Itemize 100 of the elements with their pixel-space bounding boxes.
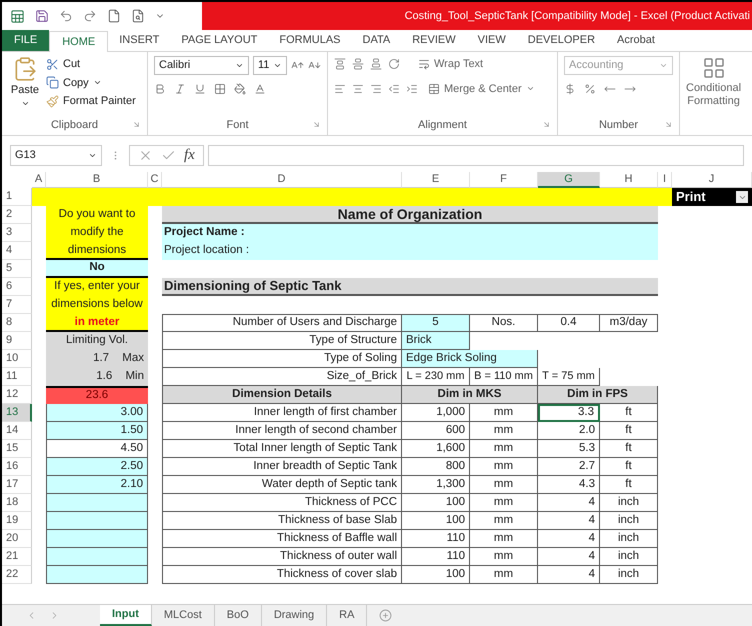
row-header[interactable]: 4 <box>2 242 32 260</box>
row-header[interactable]: 17 <box>2 476 32 494</box>
ribbon-tab[interactable]: REVIEW <box>401 30 467 51</box>
row-header[interactable]: 21 <box>2 548 32 566</box>
italic-icon[interactable] <box>174 83 186 95</box>
dialog-launcher-icon[interactable] <box>312 120 322 130</box>
row-header[interactable]: 9 <box>2 332 32 350</box>
scissors-icon[interactable] <box>46 58 59 71</box>
input-cell[interactable]: 3.00 <box>46 404 148 422</box>
row-header[interactable]: 7 <box>2 296 32 314</box>
align-right-icon[interactable] <box>370 82 382 95</box>
sheet-tab[interactable]: RA <box>327 605 368 626</box>
merge-icon[interactable] <box>428 82 440 95</box>
merge-center-button[interactable]: Merge & Center <box>428 80 535 97</box>
input-cell[interactable] <box>46 530 148 548</box>
ribbon-tab[interactable]: DEVELOPER <box>516 30 606 51</box>
copy-button[interactable]: Copy <box>46 74 136 91</box>
paste-button[interactable]: Paste <box>8 56 42 110</box>
formula-input-field[interactable] <box>208 144 744 166</box>
row-header[interactable]: 10 <box>2 350 32 368</box>
column-header[interactable]: E <box>402 172 470 188</box>
name-box[interactable]: G13 <box>10 144 102 166</box>
align-top-icon[interactable] <box>334 58 346 70</box>
column-header[interactable]: H <box>600 172 658 188</box>
column-header[interactable]: D <box>162 172 402 188</box>
redo-icon[interactable] <box>83 9 97 23</box>
row-header[interactable]: 16 <box>2 458 32 476</box>
ribbon-tab[interactable]: DATA <box>352 30 402 51</box>
align-middle-icon[interactable] <box>352 58 364 70</box>
bold-icon[interactable] <box>154 83 166 95</box>
input-cell[interactable]: 2.50 <box>46 458 148 476</box>
ribbon-tab[interactable]: PAGE LAYOUT <box>170 30 268 51</box>
wrap-text-button[interactable]: Wrap Text <box>418 56 484 72</box>
add-sheet-icon[interactable] <box>379 609 392 622</box>
borders-icon[interactable] <box>214 83 226 95</box>
undo-icon[interactable] <box>59 9 73 23</box>
ribbon-tab[interactable]: VIEW <box>466 30 517 51</box>
column-header[interactable]: G <box>538 172 600 188</box>
align-bottom-icon[interactable] <box>370 58 382 70</box>
fill-color-icon[interactable] <box>234 83 246 95</box>
ribbon-tab[interactable]: FORMULAS <box>268 30 352 51</box>
input-cell[interactable] <box>46 566 148 584</box>
ribbon-tab[interactable]: HOME <box>49 31 108 52</box>
ribbon-tab[interactable]: FILE <box>2 30 50 51</box>
indent-decrease-icon[interactable] <box>388 82 400 95</box>
format-painter-button[interactable]: Format Painter <box>46 93 136 110</box>
row-header[interactable]: 15 <box>2 440 32 458</box>
input-cell[interactable]: 2.10 <box>46 476 148 494</box>
print-preview-icon[interactable] <box>131 9 145 23</box>
input-cell[interactable]: Edge Brick Soling <box>402 350 538 368</box>
font-color-icon[interactable] <box>254 83 266 95</box>
print-dropdown[interactable]: Print <box>672 188 752 206</box>
sheet-tab[interactable]: Drawing <box>262 605 328 626</box>
cut-button[interactable]: Cut <box>46 56 136 72</box>
wrap-text-icon[interactable] <box>418 58 430 70</box>
column-header[interactable]: J <box>672 172 752 188</box>
dialog-launcher-icon[interactable] <box>664 120 673 130</box>
input-cell[interactable]: 5 <box>402 314 470 332</box>
input-cell[interactable]: Brick <box>402 332 470 350</box>
input-cell[interactable] <box>46 494 148 512</box>
row-header[interactable]: 22 <box>2 566 32 584</box>
row-header[interactable]: 18 <box>2 494 32 512</box>
sheet-tab[interactable]: Input <box>100 605 152 626</box>
column-header[interactable]: F <box>470 172 538 188</box>
row-header[interactable]: 3 <box>2 224 32 242</box>
sheet-cell[interactable]: 3.3 <box>538 404 600 422</box>
input-cell[interactable] <box>46 548 148 566</box>
conditional-formatting-button[interactable]: Conditional Formatting <box>686 82 742 108</box>
copy-icon[interactable] <box>46 76 59 90</box>
insert-function-button[interactable]: fx <box>184 144 195 166</box>
column-header[interactable]: I <box>658 172 672 188</box>
input-cell[interactable] <box>46 512 148 530</box>
caret-icon[interactable] <box>273 61 282 70</box>
row-header[interactable]: 19 <box>2 512 32 530</box>
ribbon-tab[interactable]: INSERT <box>108 30 170 51</box>
row-header[interactable]: 2 <box>2 206 32 224</box>
row-header[interactable]: 6 <box>2 278 32 296</box>
currency-icon[interactable] <box>564 83 576 95</box>
sheet-tab[interactable]: BoO <box>214 605 262 626</box>
indent-increase-icon[interactable] <box>406 82 418 95</box>
underline-icon[interactable] <box>194 83 206 95</box>
paintbrush-icon[interactable] <box>46 94 59 108</box>
caret-icon[interactable] <box>235 61 244 70</box>
row-header[interactable]: 8 <box>2 314 32 332</box>
sheet-tab[interactable]: MLCost <box>152 605 215 626</box>
row-header[interactable]: 13 <box>2 404 32 422</box>
align-center-icon[interactable] <box>352 82 364 95</box>
font-size-field[interactable]: 11 <box>253 56 287 75</box>
font-name-field[interactable]: Calibri <box>154 56 249 75</box>
dialog-launcher-icon[interactable] <box>132 120 141 130</box>
new-file-icon[interactable] <box>107 9 121 23</box>
row-header[interactable]: 1 <box>2 188 32 206</box>
ribbon-tab[interactable]: Acrobat <box>606 30 666 51</box>
row-header[interactable]: 14 <box>2 422 32 440</box>
row-header[interactable]: 5 <box>2 260 32 278</box>
column-header[interactable]: C <box>148 172 162 188</box>
percent-icon[interactable] <box>584 83 596 95</box>
dialog-launcher-icon[interactable] <box>542 120 552 130</box>
column-header[interactable]: A <box>32 172 46 188</box>
column-header[interactable]: B <box>46 172 148 188</box>
